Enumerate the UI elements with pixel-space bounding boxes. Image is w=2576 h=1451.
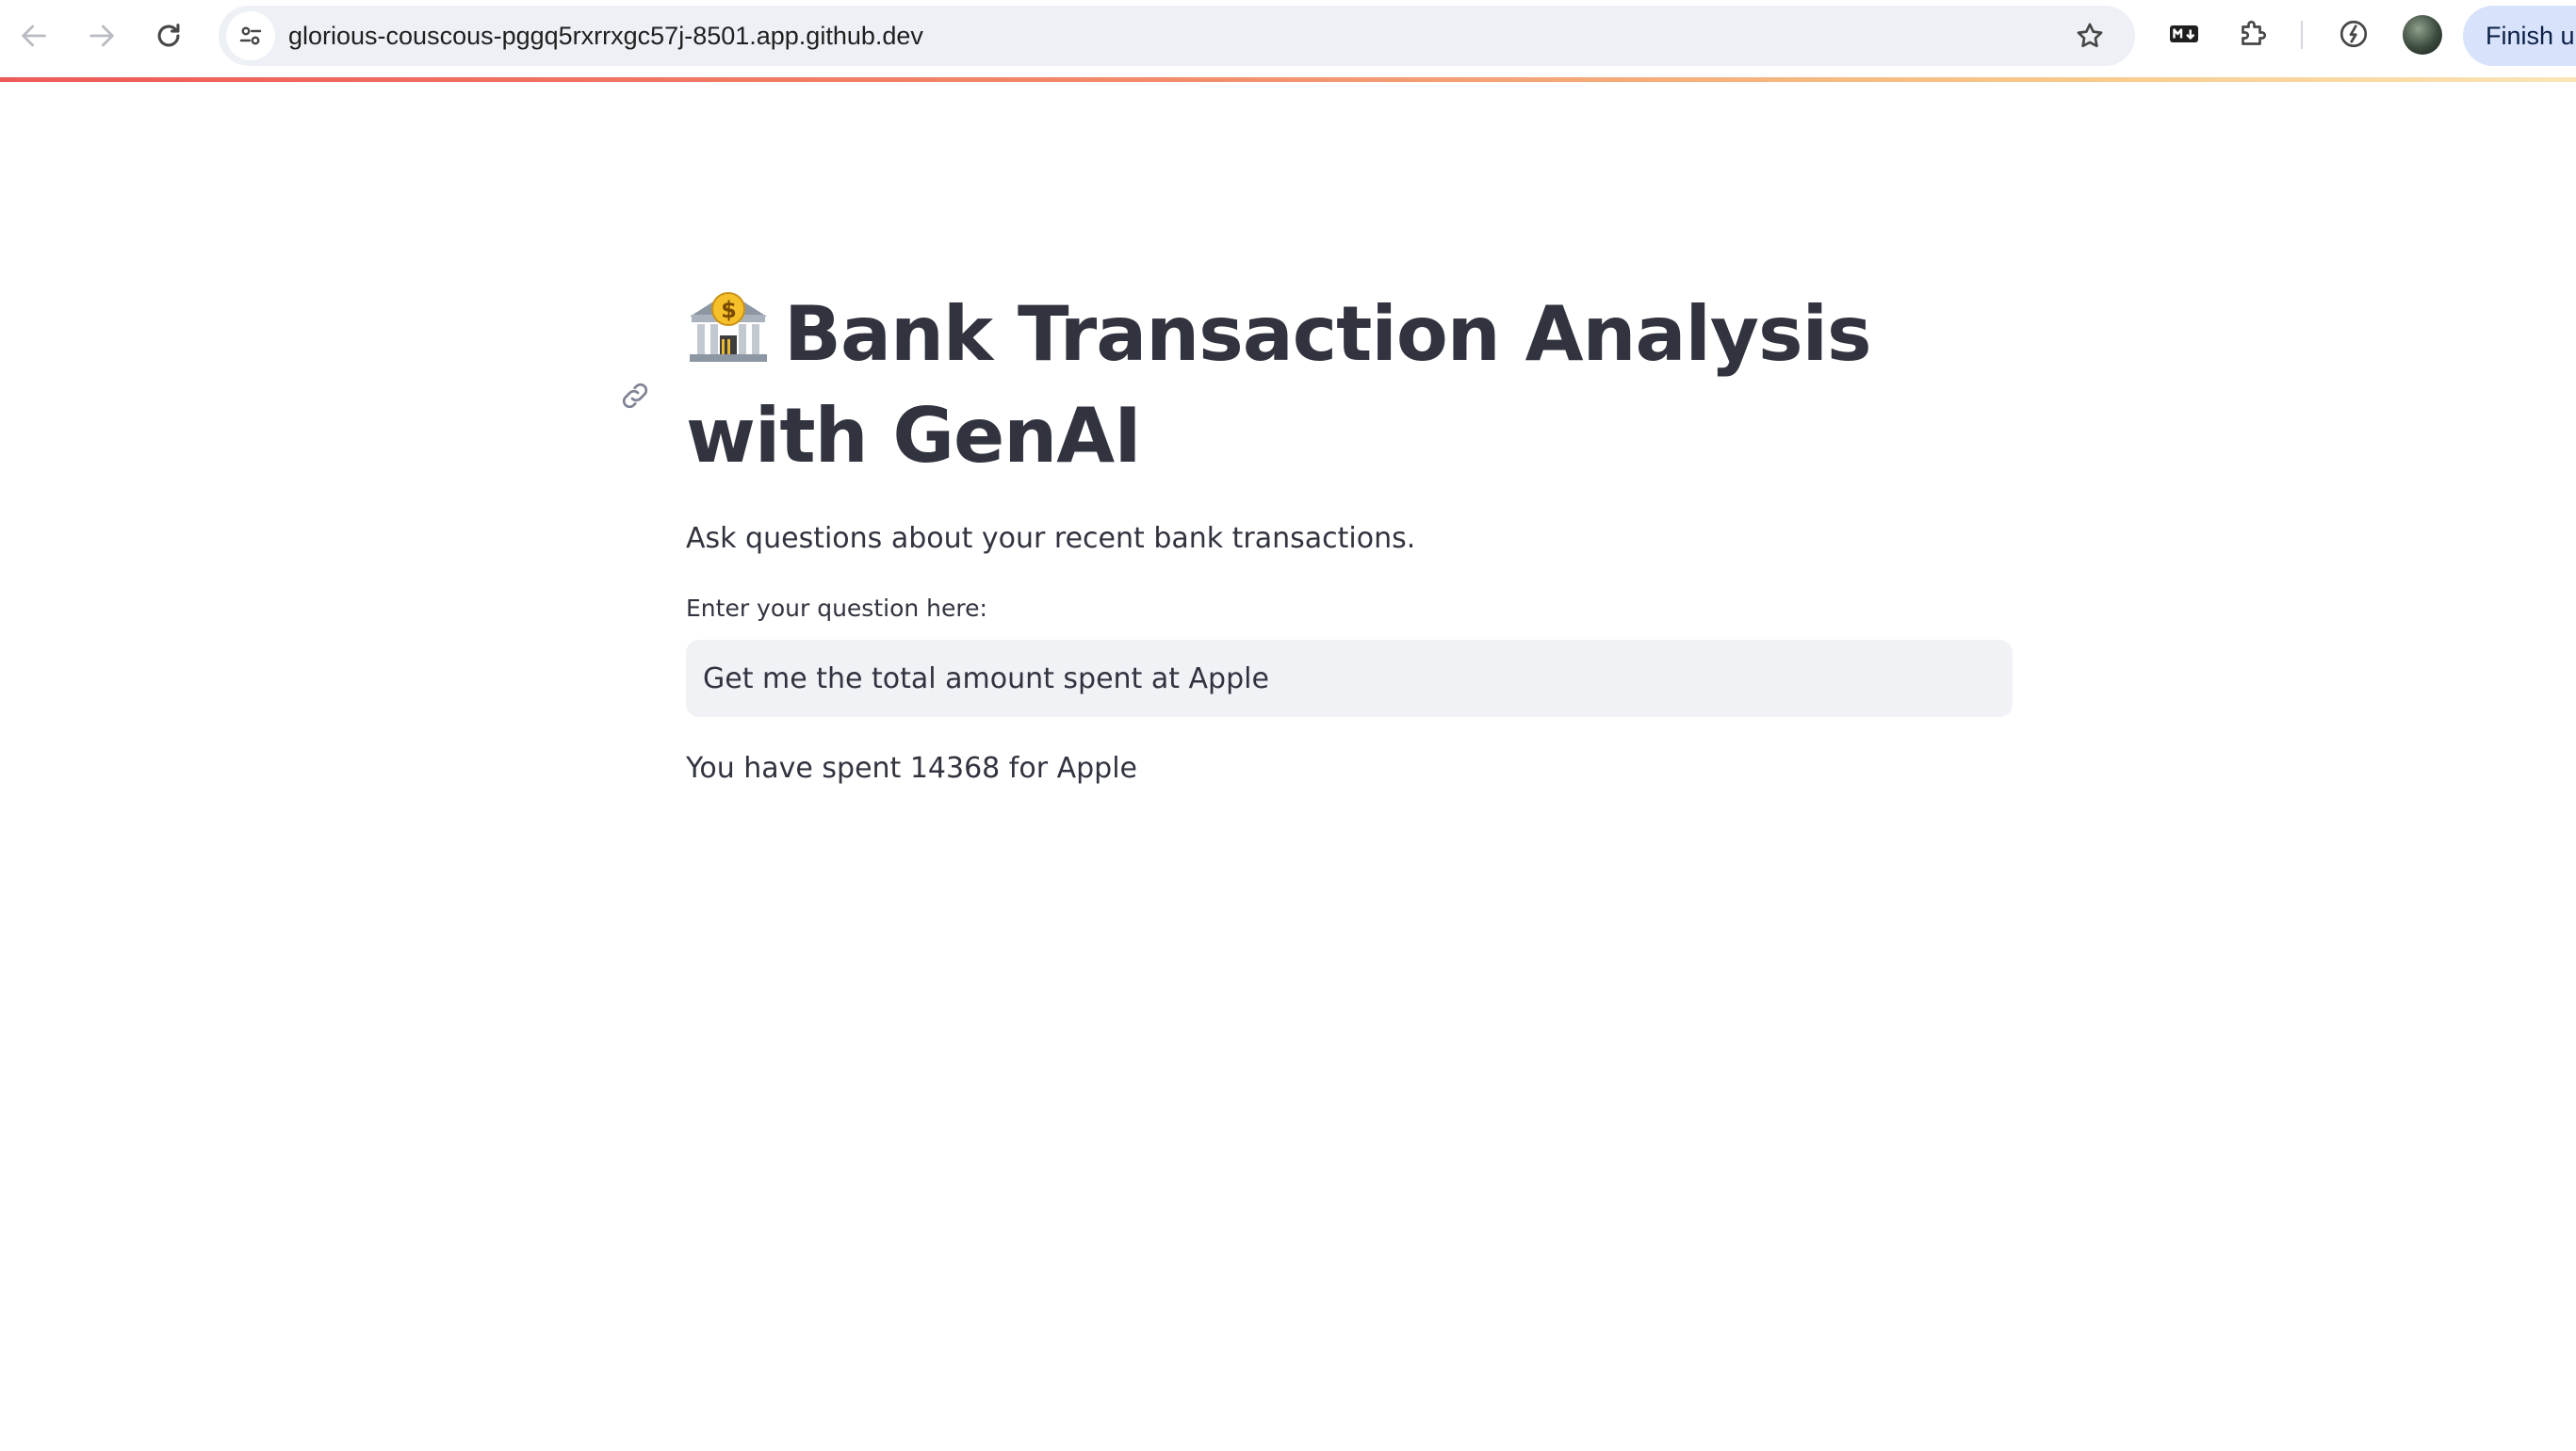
main-content: $ Bank Transaction Analysis with GenAI A…	[622, 283, 2013, 789]
bank-emoji-icon: $	[690, 292, 767, 362]
header-anchor-link[interactable]	[616, 377, 654, 415]
reload-button[interactable]	[146, 13, 191, 58]
reload-icon	[157, 24, 180, 47]
performance-button[interactable]	[2331, 11, 2376, 57]
speed-icon	[2340, 20, 2368, 48]
address-bar[interactable]: glorious-couscous-pggq5rxrrxgc57j-8501.a…	[219, 6, 2135, 66]
forward-button[interactable]	[79, 13, 124, 58]
markdown-icon	[2170, 25, 2198, 42]
bookmark-button[interactable]	[2071, 17, 2109, 55]
svg-text:$: $	[721, 297, 736, 323]
site-info-button[interactable]	[226, 11, 275, 60]
link-icon	[622, 383, 648, 409]
avatar[interactable]	[2403, 15, 2442, 55]
loading-progress-bar	[0, 77, 2576, 82]
page-title: $ Bank Transaction Analysis with GenAI	[686, 283, 2013, 487]
tune-icon	[239, 26, 262, 45]
back-button[interactable]	[11, 13, 57, 58]
page-description: Ask questions about your recent bank tra…	[686, 522, 1416, 555]
extensions-button[interactable]	[2230, 11, 2275, 57]
puzzle-icon	[2242, 20, 2267, 45]
browser-toolbar: glorious-couscous-pggq5rxrrxgc57j-8501.a…	[0, 0, 2576, 79]
page-title-text: Bank Transaction Analysis with GenAI	[686, 290, 1872, 480]
answer-text: You have spent 14368 for Apple	[686, 752, 1137, 785]
question-input[interactable]	[686, 640, 2013, 717]
markdown-extension-button[interactable]	[2161, 11, 2207, 57]
back-arrow-icon	[22, 24, 46, 47]
url-text[interactable]: glorious-couscous-pggq5rxrrxgc57j-8501.a…	[288, 6, 923, 66]
toolbar-divider	[2301, 21, 2303, 49]
forward-arrow-icon	[90, 24, 114, 47]
question-label: Enter your question here:	[686, 595, 987, 622]
finish-update-button[interactable]: Finish u	[2463, 6, 2576, 66]
star-icon	[2077, 23, 2103, 48]
